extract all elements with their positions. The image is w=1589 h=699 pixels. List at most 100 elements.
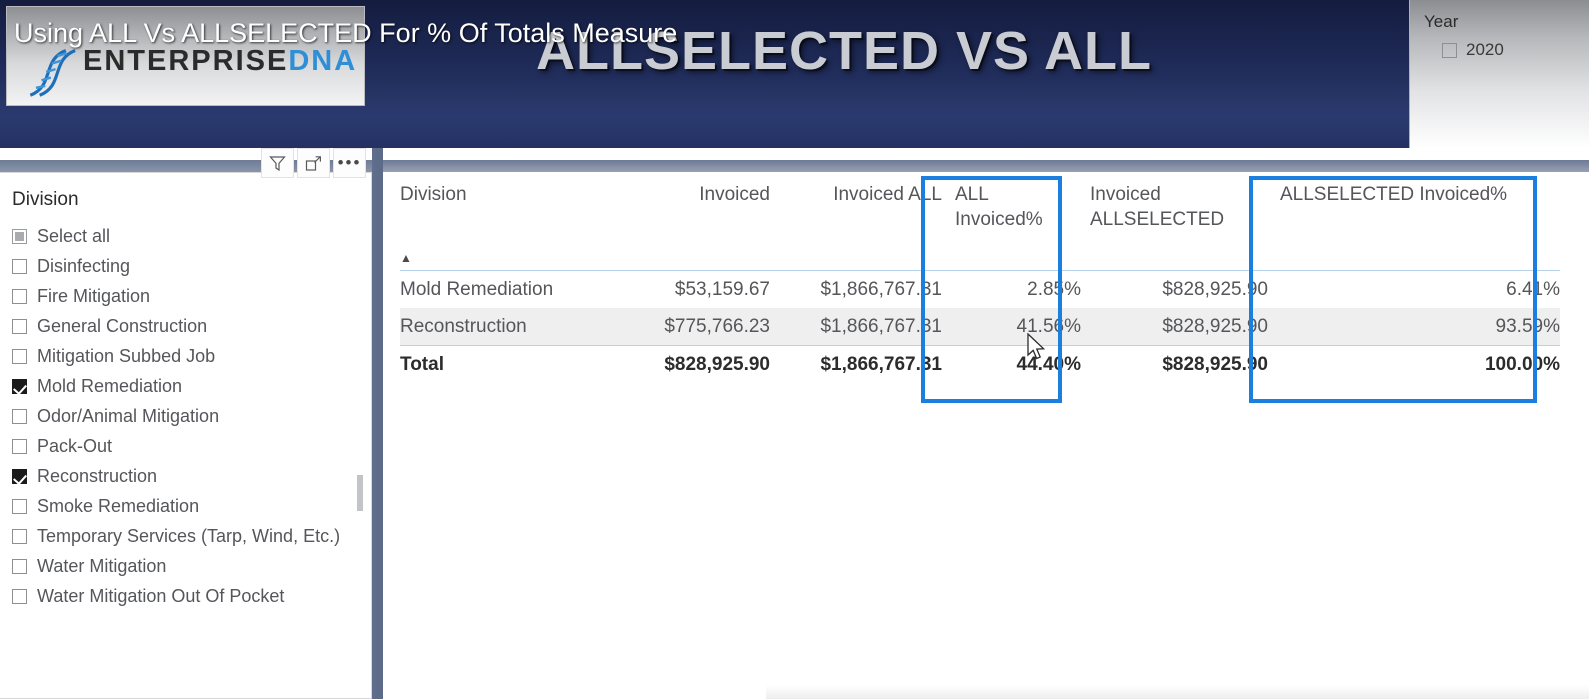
division-slicer-scrollbar-track[interactable]: [357, 221, 363, 634]
matrix-sort-row: ▲: [400, 246, 1560, 271]
matrix-bottom-fade: [766, 685, 1589, 699]
table-total-row: Total $828,925.90 $1,866,767.31 44.40% $828,…: [400, 344, 1560, 384]
division-slicer-item[interactable]: Fire Mitigation: [12, 281, 352, 311]
table-total-cell-allselected-invoiced-pct: 100.00%: [1268, 344, 1560, 384]
column-header-label: Invoiced: [699, 184, 770, 205]
logo-wordmark: ENTERPRISEDNA: [83, 45, 357, 78]
division-slicer-list[interactable]: Select all Disinfecting Fire Mitigation Gen…: [12, 221, 352, 611]
table-cell-all-invoiced-pct: 41.56%: [942, 307, 1081, 345]
checkbox-unchecked-icon[interactable]: [12, 558, 27, 574]
division-slicer-item[interactable]: Select all: [12, 221, 352, 251]
matrix-top-strip: [383, 160, 1589, 172]
matrix-header-row: Division Invoiced Invoiced ALL ALL Invoi…: [400, 172, 1560, 246]
division-slicer-item-label: Temporary Services (Tarp, Wind, Etc.): [37, 525, 341, 546]
column-header-invoiced[interactable]: Invoiced: [618, 172, 770, 246]
division-slicer-item[interactable]: General Construction: [12, 311, 352, 341]
table-cell-invoiced-all: $1,866,767.31: [770, 307, 942, 345]
checkbox-indeterminate-icon[interactable]: [12, 228, 27, 244]
table-total-cell-all-invoiced-pct: 44.40%: [942, 344, 1081, 384]
visual-header-toolbar[interactable]: •••: [261, 148, 366, 178]
division-slicer-item-label: Mold Remediation: [37, 375, 183, 396]
checkbox-checked-icon[interactable]: [12, 468, 27, 484]
division-slicer-item-label: Reconstruction: [37, 465, 158, 486]
video-overlay-title: Using ALL Vs ALLSELECTED For % Of Totals…: [14, 18, 678, 48]
matrix-visual[interactable]: Division Invoiced Invoiced ALL ALL Invoi…: [383, 172, 1589, 699]
checkbox-unchecked-icon[interactable]: [12, 438, 27, 454]
division-slicer-title: Division: [12, 189, 79, 210]
division-slicer-item[interactable]: Disinfecting: [12, 251, 352, 281]
table-cell-invoiced: $775,766.23: [618, 307, 770, 345]
checkbox-unchecked-icon[interactable]: [12, 348, 27, 364]
table-cell-all-invoiced-pct: 2.85%: [1027, 278, 1081, 300]
checkbox-unchecked-icon[interactable]: [12, 498, 27, 514]
matrix-body: Mold Remediation $53,159.67 $1,866,767.31 2…: [400, 270, 1560, 384]
division-slicer-item-label: Water Mitigation Out Of Pocket: [37, 585, 285, 606]
checkbox-unchecked-icon[interactable]: [12, 588, 27, 604]
division-slicer-item[interactable]: Temporary Services (Tarp, Wind, Etc.): [12, 521, 352, 551]
matrix-table: Division Invoiced Invoiced ALL ALL Invoi…: [400, 172, 1560, 384]
focus-mode-button[interactable]: [297, 148, 330, 178]
column-header-label: Division: [400, 184, 467, 205]
column-header-label-line1: Invoiced: [1090, 184, 1161, 205]
table-row[interactable]: Mold Remediation $53,159.67 $1,866,767.31 2…: [400, 270, 1560, 308]
checkbox-unchecked-icon[interactable]: [12, 258, 27, 274]
sort-indicator-cell[interactable]: ▲: [400, 246, 618, 271]
column-header-division[interactable]: Division: [400, 172, 618, 246]
division-slicer-item-label: Smoke Remediation: [37, 495, 200, 516]
focus-mode-icon: [305, 155, 321, 171]
table-total-cell-invoiced-allselected: $828,925.90: [1081, 344, 1268, 384]
division-slicer-scrollbar-thumb[interactable]: [357, 475, 363, 511]
checkbox-unchecked-icon[interactable]: [12, 528, 27, 544]
logo-word-dna: DNA: [288, 45, 358, 77]
checkbox-unchecked-icon[interactable]: [1442, 42, 1457, 58]
division-slicer-item[interactable]: Pack-Out: [12, 431, 352, 461]
filter-button[interactable]: [261, 148, 294, 178]
checkbox-unchecked-icon[interactable]: [12, 318, 27, 334]
table-total-cell-invoiced-all: $1,866,767.31: [770, 344, 942, 384]
more-options-button[interactable]: •••: [333, 148, 366, 178]
division-slicer-item[interactable]: Mitigation Subbed Job: [12, 341, 352, 371]
division-slicer-item[interactable]: Water Mitigation: [12, 551, 352, 581]
dna-helix-icon: [29, 48, 76, 97]
division-slicer-item[interactable]: Mold Remediation: [12, 371, 352, 401]
division-slicer-item-label: General Construction: [37, 315, 208, 336]
column-header-label: Invoiced ALL: [833, 184, 942, 205]
column-header-label: ALLSELECTED Invoiced%: [1280, 184, 1508, 205]
division-slicer-item[interactable]: Reconstruction: [12, 461, 352, 491]
column-header-label-line2: ALLSELECTED: [1090, 209, 1225, 230]
panel-divider: [372, 148, 383, 699]
year-slicer[interactable]: Year 2020: [1409, 0, 1589, 148]
column-header-invoiced-allselected[interactable]: Invoiced ALLSELECTED: [1081, 172, 1268, 246]
logo-word-enterprise: ENTERPRISE: [83, 45, 289, 77]
division-slicer-item-label: Mitigation Subbed Job: [37, 345, 216, 366]
table-cell-division: Mold Remediation: [400, 278, 554, 300]
table-cell-invoiced-all: $1,866,767.31: [820, 278, 942, 300]
column-header-allselected-invoiced-pct[interactable]: ALLSELECTED Invoiced%: [1268, 172, 1560, 246]
column-header-all-invoiced-pct[interactable]: ALL Invoiced%: [942, 172, 1081, 246]
year-slicer-item-2020[interactable]: 2020: [1424, 40, 1575, 60]
division-slicer-item-label: Disinfecting: [37, 255, 131, 276]
division-slicer-item-label: Water Mitigation: [37, 555, 167, 576]
sort-ascending-icon: ▲: [400, 251, 412, 265]
table-cell-allselected-invoiced-pct: 93.59%: [1268, 307, 1560, 345]
table-total-cell-division: Total: [400, 344, 618, 384]
column-header-label-line1: ALL: [955, 184, 989, 205]
table-total-cell-invoiced: $828,925.90: [618, 344, 770, 384]
division-slicer-item[interactable]: Smoke Remediation: [12, 491, 352, 521]
division-slicer-item-label: Fire Mitigation: [37, 285, 151, 306]
division-slicer-item[interactable]: Water Mitigation Out Of Pocket: [12, 581, 352, 611]
division-slicer-item[interactable]: Odor/Animal Mitigation: [12, 401, 352, 431]
checkbox-checked-icon[interactable]: [12, 378, 27, 394]
checkbox-unchecked-icon[interactable]: [12, 408, 27, 424]
division-slicer[interactable]: Division Select all Disinfecting Fire Miti…: [0, 172, 372, 699]
table-cell-invoiced-allselected: $828,925.90: [1081, 307, 1268, 345]
column-header-invoiced-all[interactable]: Invoiced ALL: [770, 172, 942, 246]
table-cell-allselected-invoiced-pct: 6.41%: [1506, 278, 1560, 300]
table-cell-invoiced: $53,159.67: [674, 278, 770, 300]
table-row[interactable]: Reconstruction $775,766.23 $1,866,767.31 41…: [400, 307, 1560, 345]
year-slicer-item-label: 2020: [1466, 40, 1504, 59]
filter-funnel-icon: [269, 155, 286, 171]
table-cell-division: Reconstruction: [400, 307, 618, 345]
report-page: ALLSELECTED VS ALL ENTERPRISEDNA Using A…: [0, 0, 1589, 699]
checkbox-unchecked-icon[interactable]: [12, 288, 27, 304]
